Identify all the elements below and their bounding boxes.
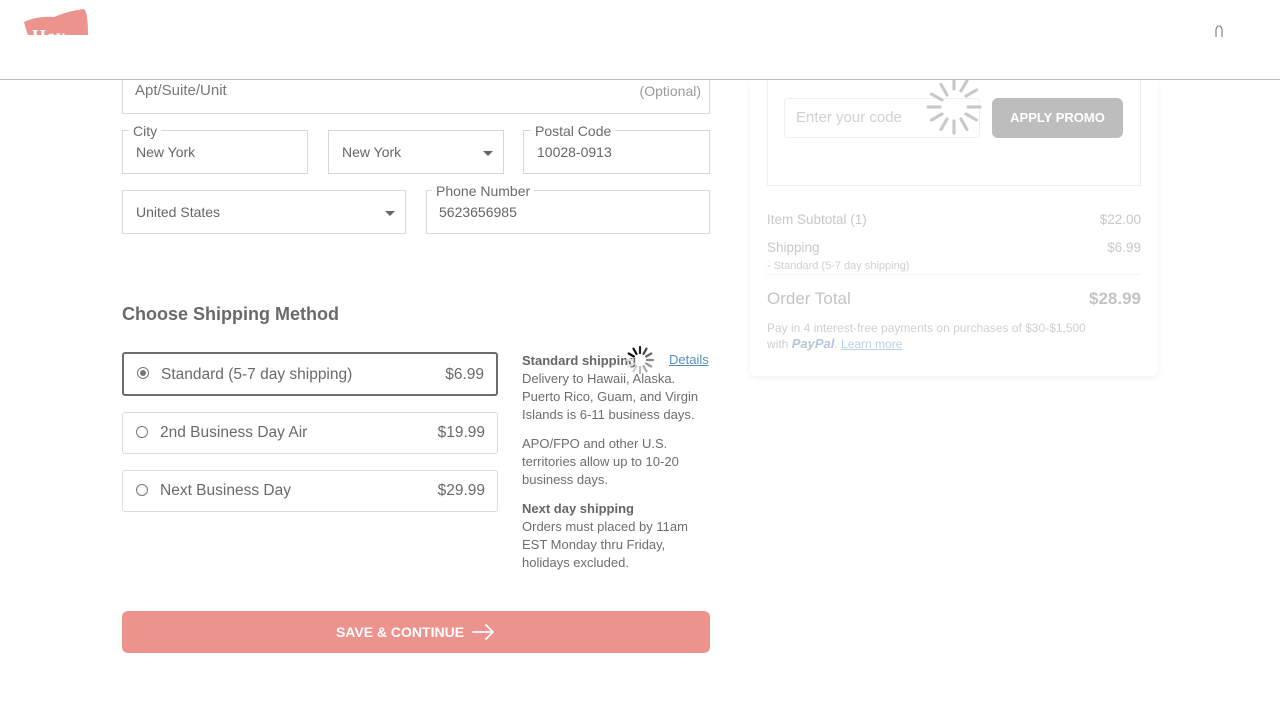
shipping-info-next-day: Next day shipping Orders must placed by … (522, 500, 710, 572)
user-icon[interactable] (1213, 24, 1225, 38)
shipping-row: Shipping $6.99 (767, 240, 1141, 255)
shipping-option-standard[interactable]: Standard (5-7 day shipping) $6.99 (122, 352, 498, 396)
subtotal-row: Item Subtotal (1) $22.00 (767, 212, 1141, 227)
city-label: City (129, 123, 162, 139)
shipping-option-name: Next Business Day (160, 482, 291, 499)
brand-logo[interactable]: Hey (24, 8, 90, 35)
paypal-logo: PayPal (791, 336, 835, 351)
postal-code-field[interactable]: Postal Code 10028-0913 (523, 123, 710, 174)
next-day-shipping-heading: Next day shipping (522, 501, 634, 516)
promo-code-placeholder: Enter your code (796, 109, 902, 126)
learn-more-link[interactable]: Learn more (841, 337, 902, 351)
shipping-value: $6.99 (1107, 240, 1141, 255)
shipping-option-next-day[interactable]: Next Business Day $29.99 (122, 470, 498, 512)
shipping-option-name: Standard (5-7 day shipping) (161, 366, 353, 383)
country-select[interactable]: United States (122, 190, 406, 234)
save-and-continue-button[interactable]: SAVE & CONTINUE (122, 611, 710, 653)
loading-spinner-icon (625, 345, 655, 375)
city-field[interactable]: City New York (122, 123, 308, 174)
shipping-option-name: 2nd Business Day Air (160, 424, 308, 441)
standard-shipping-heading: Standard shipping (522, 353, 637, 368)
subtotal-label: Item Subtotal (1) (767, 212, 867, 227)
shipping-option-price: $29.99 (437, 482, 485, 499)
paypal-with: with (767, 337, 789, 351)
shipping-info-apo: APO/FPO and other U.S. territories allow… (522, 435, 710, 489)
apo-shipping-text: APO/FPO and other U.S. territories allow… (522, 436, 679, 487)
city-value: New York (136, 144, 196, 160)
shipping-method-note: - Standard (5-7 day shipping) (767, 260, 910, 272)
paypal-message: Pay in 4 interest-free payments on purch… (767, 321, 1086, 351)
apt-suite-placeholder: Apt/Suite/Unit (135, 82, 227, 99)
shipping-option-price: $6.99 (445, 366, 484, 383)
subtotal-value: $22.00 (1099, 212, 1141, 227)
apply-promo-button[interactable]: APPLY PROMO (992, 98, 1123, 138)
phone-number-label: Phone Number (432, 183, 535, 199)
loading-spinner-icon (926, 75, 982, 135)
shipping-method-title: Choose Shipping Method (122, 304, 339, 324)
optional-label: (Optional) (639, 83, 701, 99)
standard-shipping-text: Delivery to Hawaii, Alaska. Puerto Rico,… (522, 371, 699, 422)
shipping-option-2nd-day-air[interactable]: 2nd Business Day Air $19.99 (122, 412, 498, 454)
state-value: New York (342, 144, 402, 160)
radio-standard[interactable] (137, 367, 149, 379)
summary-divider (767, 274, 1141, 275)
shipping-label: Shipping (767, 240, 820, 255)
logo-text: Hey (32, 26, 66, 35)
order-total-label: Order Total (767, 289, 851, 308)
save-and-continue-label: SAVE & CONTINUE (335, 624, 465, 640)
state-select[interactable]: New York (328, 130, 504, 174)
chevron-down-icon (483, 151, 493, 156)
order-total-row: Order Total $28.99 (767, 289, 1141, 309)
phone-number-field[interactable]: Phone Number 5623656985 (426, 183, 710, 234)
radio-2nd-day-air[interactable] (136, 426, 148, 438)
order-total-value: $28.99 (1089, 289, 1141, 308)
postal-code-value: 10028-0913 (537, 144, 612, 160)
arrow-right-icon (472, 624, 494, 640)
next-day-shipping-text: Orders must placed by 11am EST Monday th… (522, 519, 688, 570)
postal-code-label: Postal Code (531, 123, 616, 139)
details-link[interactable]: Details (669, 352, 709, 367)
shipping-option-price: $19.99 (437, 424, 485, 441)
site-header: Hey (0, 0, 1280, 80)
phone-number-value: 5623656985 (439, 204, 517, 220)
chevron-down-icon (385, 211, 395, 216)
paypal-line: Pay in 4 interest-free payments on purch… (767, 321, 1086, 335)
country-value: United States (136, 204, 221, 220)
radio-next-day[interactable] (136, 484, 148, 496)
